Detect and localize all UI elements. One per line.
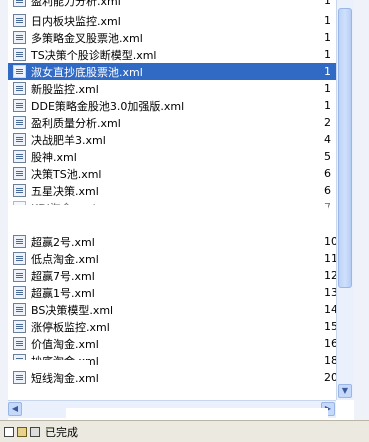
xml-file-icon	[13, 184, 26, 197]
file-size: 1	[324, 82, 331, 95]
xml-file-icon	[13, 269, 26, 282]
file-size: 1	[324, 14, 331, 27]
list-item[interactable]: 短线淘金.xml 20	[8, 369, 336, 386]
list-item[interactable]: 五星决策.xml 6	[8, 182, 336, 199]
vertical-scrollbar[interactable]: ▼	[336, 0, 354, 400]
file-name: 超赢7号.xml	[31, 269, 95, 283]
list-item-selected[interactable]: 淑女直抄底股票池.xml 1	[8, 63, 336, 80]
file-name: 淑女直抄底股票池.xml	[31, 65, 143, 79]
file-name: 短线淘金.xml	[31, 371, 99, 385]
file-size: 13	[324, 286, 336, 299]
xml-file-icon	[13, 82, 26, 95]
file-size: 14	[324, 303, 336, 316]
status-text: 已完成	[45, 425, 78, 439]
list-item[interactable]: 多策略金叉股票池.xml 1	[8, 29, 336, 46]
file-name: 超赢1号.xml	[31, 286, 95, 300]
list-item[interactable]: 价值淘金.xml 16	[8, 335, 336, 352]
xml-file-icon	[13, 65, 26, 78]
xml-file-icon	[13, 14, 26, 27]
scrollbar-thumb[interactable]	[338, 8, 352, 288]
file-name: 决策TS池.xml	[31, 167, 102, 181]
file-name: 低点淘金.xml	[31, 252, 99, 266]
list-item[interactable]: 低点淘金.xml 11	[8, 250, 336, 267]
file-name: BS决策模型.xml	[31, 303, 114, 317]
list-item[interactable]: 决战肥羊3.xml 4	[8, 131, 336, 148]
xml-file-icon	[13, 286, 26, 299]
file-name: 盈利质量分析.xml	[31, 116, 121, 130]
window-right-border	[354, 0, 369, 442]
file-name: 盈利能力分析.xml	[31, 0, 121, 8]
list-item[interactable]: 超赢2号.xml 10	[8, 233, 336, 250]
file-size: 1	[324, 65, 331, 78]
file-size: 10	[324, 235, 336, 248]
list-item[interactable]: DDE策略金股池3.0加强版.xml 1	[8, 97, 336, 114]
xml-file-icon	[13, 150, 26, 163]
file-size: 15	[324, 320, 336, 333]
list-item[interactable]: 盈利能力分析.xml 1	[8, 0, 336, 9]
file-size: 18	[324, 354, 336, 367]
file-size: 5	[324, 150, 331, 163]
file-list[interactable]: 盈利能力分析.xml 1 日内板块监控.xml 1 多策略金叉股票池.xml 1…	[8, 0, 336, 400]
xml-file-icon	[13, 116, 26, 129]
scroll-down-arrow-icon[interactable]: ▼	[338, 384, 352, 398]
xml-file-icon	[13, 252, 26, 265]
file-size: 6	[324, 167, 331, 180]
xml-file-icon	[13, 337, 26, 350]
list-item[interactable]: 决策TS池.xml 6	[8, 165, 336, 182]
list-item[interactable]: TS决策个股诊断模型.xml 1	[8, 46, 336, 63]
file-name: DDE策略金股池3.0加强版.xml	[31, 99, 185, 113]
file-name: 新股监控.xml	[31, 82, 99, 96]
list-item[interactable]: BS决策模型.xml 14	[8, 301, 336, 318]
file-size: 11	[324, 252, 336, 265]
list-item[interactable]: 超赢1号.xml 13	[8, 284, 336, 301]
list-item[interactable]: 股神.xml 5	[8, 148, 336, 165]
status-bar: 已完成	[0, 420, 369, 442]
file-name: 超赢2号.xml	[31, 235, 95, 249]
xml-file-icon	[13, 48, 26, 61]
file-size: 2	[324, 116, 331, 129]
file-size: 1	[324, 48, 331, 61]
xml-file-icon	[13, 133, 26, 146]
file-size: 4	[324, 133, 331, 146]
window-left-border	[0, 0, 8, 420]
list-item[interactable]: 超赢7号.xml 12	[8, 267, 336, 284]
xml-file-icon	[13, 0, 26, 7]
list-item[interactable]: 涨停板监控.xml 15	[8, 318, 336, 335]
file-name: TS决策个股诊断模型.xml	[31, 48, 157, 62]
xml-file-icon	[13, 371, 26, 384]
file-size: 6	[324, 184, 331, 197]
file-size: 1	[324, 0, 331, 7]
xml-file-icon	[13, 99, 26, 112]
scroll-left-arrow-icon[interactable]: ◀	[8, 402, 22, 416]
file-name: 五星决策.xml	[31, 184, 99, 198]
list-item[interactable]: 新股监控.xml 1	[8, 80, 336, 97]
file-size: 20	[324, 371, 336, 384]
xml-file-icon	[13, 303, 26, 316]
printer-icon	[30, 426, 40, 437]
file-name: 日内板块监控.xml	[31, 14, 121, 28]
file-name: 涨停板监控.xml	[31, 320, 110, 334]
xml-file-icon	[13, 167, 26, 180]
file-name: 价值淘金.xml	[31, 337, 99, 351]
file-name: 股神.xml	[31, 150, 77, 164]
file-size: 1	[324, 99, 331, 112]
file-size: 12	[324, 269, 336, 282]
file-size: 16	[324, 337, 336, 350]
occlusion-overlay	[8, 360, 90, 369]
file-name: 多策略金叉股票池.xml	[31, 31, 143, 45]
computer-icon	[4, 426, 14, 437]
file-name: 决战肥羊3.xml	[31, 133, 106, 147]
occlusion-overlay	[8, 205, 328, 231]
list-item[interactable]: 盈利质量分析.xml 2	[8, 114, 336, 131]
list-item[interactable]: 日内板块监控.xml 1	[8, 12, 336, 29]
key-icon	[17, 426, 27, 437]
xml-file-icon	[13, 320, 26, 333]
xml-file-icon	[13, 235, 26, 248]
xml-file-icon	[13, 31, 26, 44]
file-size: 1	[324, 31, 331, 44]
